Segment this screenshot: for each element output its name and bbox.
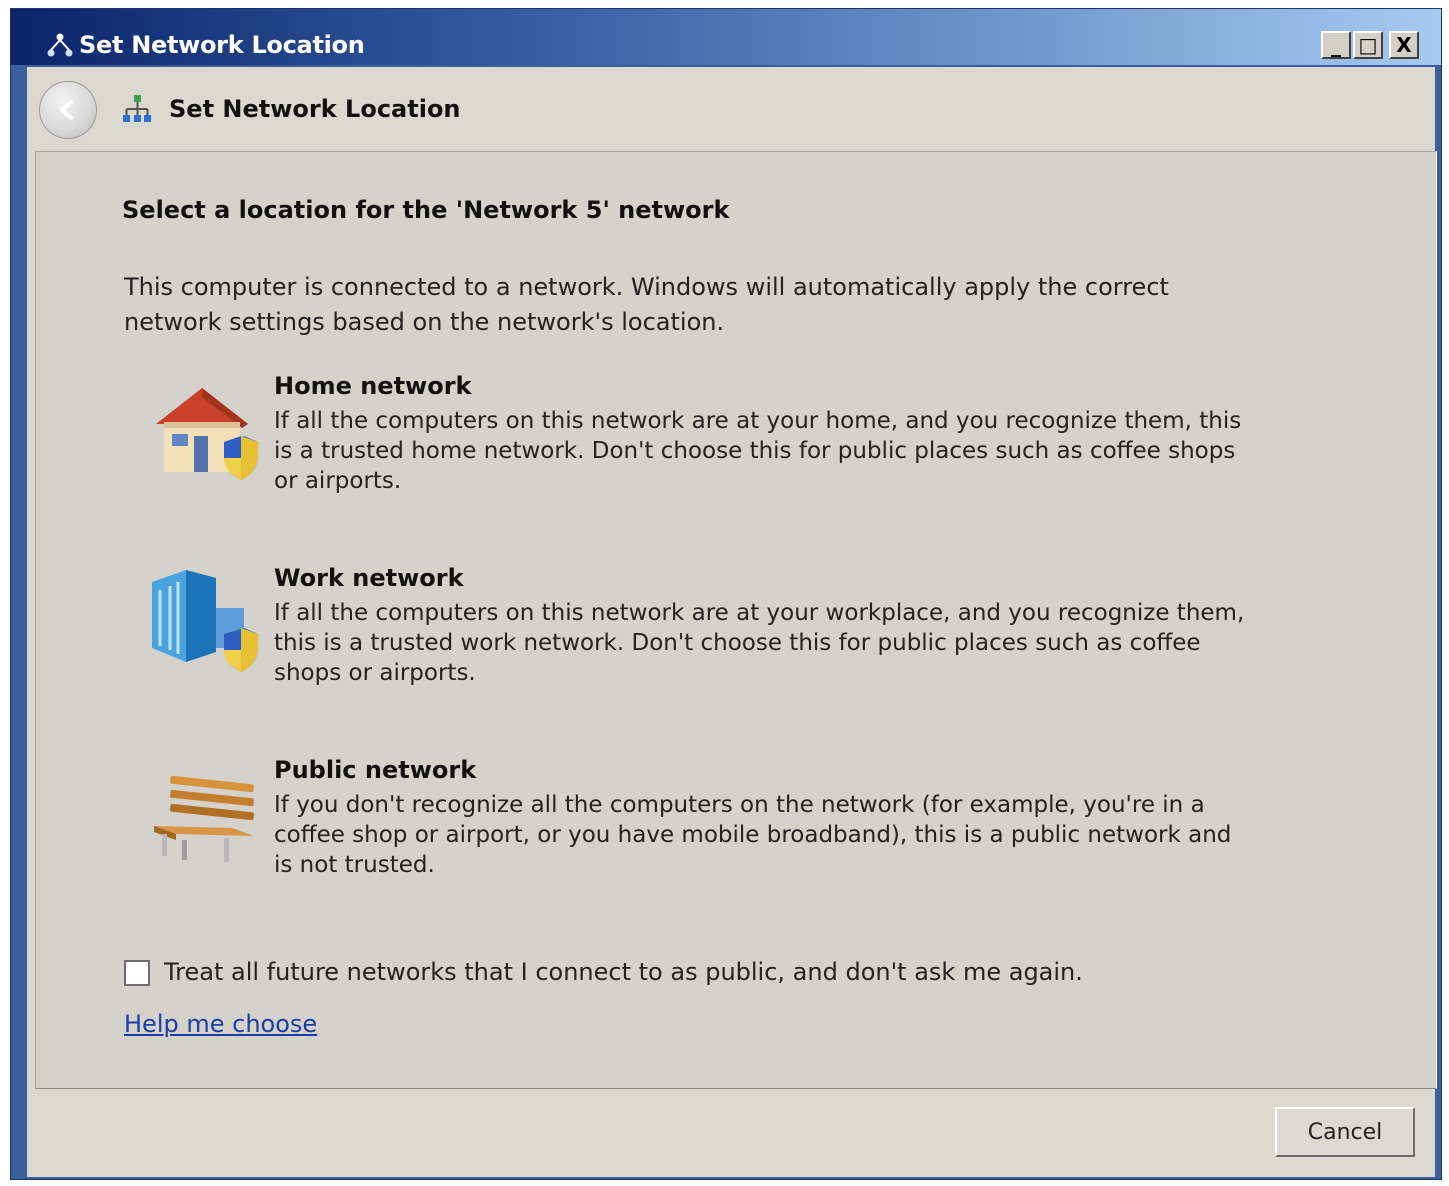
page-title: Set Network Location [169,95,461,123]
close-icon: X [1396,33,1412,57]
back-button[interactable] [39,81,97,139]
minimize-icon: _ [1331,33,1341,57]
maximize-button[interactable]: □ [1353,31,1383,59]
checkbox-label[interactable]: Treat all future networks that I connect… [164,958,1083,986]
house-icon [156,388,258,480]
network-icon [47,33,73,57]
park-bench-icon [154,775,254,862]
minimize-button[interactable]: _ [1321,31,1351,59]
office-building-icon [152,570,258,672]
option-title: Public network [274,756,477,784]
section-heading: Select a location for the 'Network 5' ne… [122,196,730,224]
option-title: Work network [274,564,464,592]
cancel-button[interactable]: Cancel [1275,1107,1415,1157]
maximize-icon: □ [1358,33,1378,57]
title-bar[interactable]: Set Network Location _ □ X [11,9,1441,65]
option-description: If all the computers on this network are… [274,408,1242,494]
back-arrow-icon [60,100,73,120]
dialog-window: Set Network Location _ □ X Set Network L… [10,8,1442,1180]
option-description: If all the computers on this network are… [274,600,1245,686]
option-description: If you don't recognize all the computers… [274,792,1232,878]
close-button[interactable]: X [1389,31,1419,59]
window-title: Set Network Location [79,31,365,59]
dialog-client-area: Set Network Location Select a location f… [27,67,1437,1177]
network-icon [123,95,151,122]
public-default-checkbox[interactable] [124,960,150,986]
help-me-choose-link[interactable]: Help me choose [124,1010,317,1038]
intro-text: This computer is connected to a network.… [124,273,1169,336]
content-panel: Select a location for the 'Network 5' ne… [35,151,1437,1089]
option-title: Home network [274,372,472,400]
